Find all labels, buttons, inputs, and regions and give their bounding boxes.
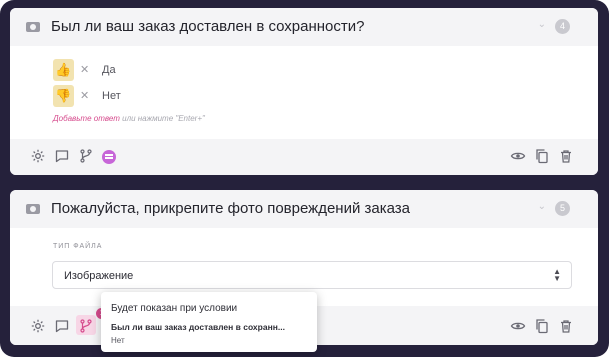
question-title[interactable]: Пожалуйста, прикрепите фото повреждений …	[51, 200, 410, 217]
condition-answer: Нет	[111, 336, 125, 345]
delete-icon[interactable]	[558, 318, 574, 334]
comment-icon[interactable]	[54, 148, 70, 164]
branch-icon[interactable]	[78, 318, 94, 334]
question-number: 5	[555, 201, 570, 216]
select-arrows-icon: ▲ ▼	[553, 267, 561, 283]
chevron-down-icon[interactable]: ⌄	[538, 19, 546, 30]
add-answer-line: Добавьте ответ или нажмите "Enter+"	[53, 114, 205, 123]
image-icon	[26, 204, 40, 214]
preview-icon[interactable]	[510, 148, 526, 164]
file-type-value: Изображение	[64, 270, 134, 282]
settings-icon[interactable]	[30, 148, 46, 164]
question-toolbar	[10, 139, 598, 175]
remove-answer-icon[interactable]: ✕	[80, 89, 89, 102]
settings-icon[interactable]	[30, 318, 46, 334]
preview-icon[interactable]	[510, 318, 526, 334]
remove-answer-icon[interactable]: ✕	[80, 63, 89, 76]
file-type-label: ТИП ФАЙЛА	[53, 243, 103, 250]
question-title[interactable]: Был ли ваш заказ доставлен в сохранности…	[51, 18, 365, 35]
question-header[interactable]: Пожалуйста, прикрепите фото повреждений …	[10, 190, 598, 228]
answer-label[interactable]: Да	[102, 64, 116, 76]
thumbs-down-icon[interactable]: 👎	[53, 85, 74, 107]
answer-label[interactable]: Нет	[102, 90, 121, 102]
comment-icon[interactable]	[54, 318, 70, 334]
thumbs-up-icon[interactable]: 👍	[53, 59, 74, 81]
branch-icon[interactable]	[78, 148, 94, 164]
popover-title: Будет показан при условии	[111, 303, 238, 314]
image-icon	[26, 22, 40, 32]
question-card-4: Был ли ваш заказ доставлен в сохранности…	[10, 8, 598, 175]
delete-icon[interactable]	[558, 148, 574, 164]
add-answer-link[interactable]: Добавьте ответ	[53, 114, 120, 123]
condition-question[interactable]: Был ли ваш заказ доставлен в сохранн...	[111, 322, 285, 332]
add-answer-hint: или нажмите "Enter+"	[122, 114, 205, 123]
copy-icon[interactable]	[534, 148, 550, 164]
logic-icon[interactable]	[102, 150, 116, 164]
question-header[interactable]: Был ли ваш заказ доставлен в сохранности…	[10, 8, 598, 46]
file-type-select[interactable]: Изображение ▲ ▼	[52, 261, 572, 289]
condition-popover: Будет показан при условии Был ли ваш зак…	[101, 292, 317, 352]
question-number: 4	[555, 19, 570, 34]
copy-icon[interactable]	[534, 318, 550, 334]
chevron-down-icon[interactable]: ⌄	[538, 201, 546, 212]
